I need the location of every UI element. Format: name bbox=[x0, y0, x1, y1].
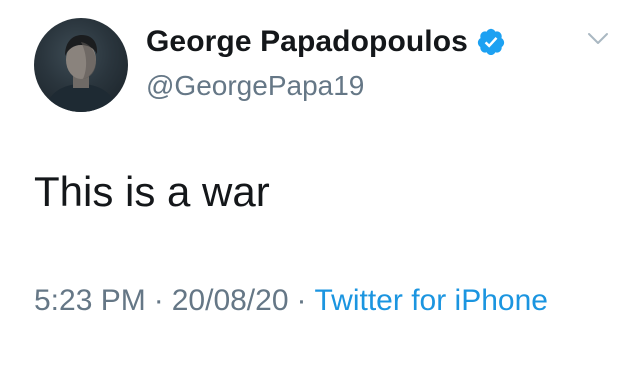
tweet-text: This is a war bbox=[34, 168, 270, 215]
tweet-time[interactable]: 5:23 PM bbox=[34, 284, 146, 317]
meta-separator: · bbox=[153, 284, 164, 317]
chevron-down-icon[interactable] bbox=[586, 30, 610, 48]
tweet-source-link[interactable]: Twitter for iPhone bbox=[315, 284, 548, 317]
name-row: George Papadopoulos bbox=[146, 22, 506, 62]
tweet-card: George Papadopoulos @GeorgePapa19 This i… bbox=[0, 0, 640, 371]
tweet-date[interactable]: 20/08/20 bbox=[172, 284, 289, 317]
avatar[interactable] bbox=[34, 18, 128, 112]
display-name[interactable]: George Papadopoulos bbox=[146, 25, 468, 59]
avatar-image bbox=[44, 35, 118, 112]
user-handle[interactable]: @GeorgePapa19 bbox=[146, 70, 364, 102]
meta-separator: · bbox=[296, 284, 307, 317]
verified-badge-icon bbox=[477, 28, 505, 56]
tweet-metadata: 5:23 PM · 20/08/20 · Twitter for iPhone bbox=[34, 278, 594, 324]
